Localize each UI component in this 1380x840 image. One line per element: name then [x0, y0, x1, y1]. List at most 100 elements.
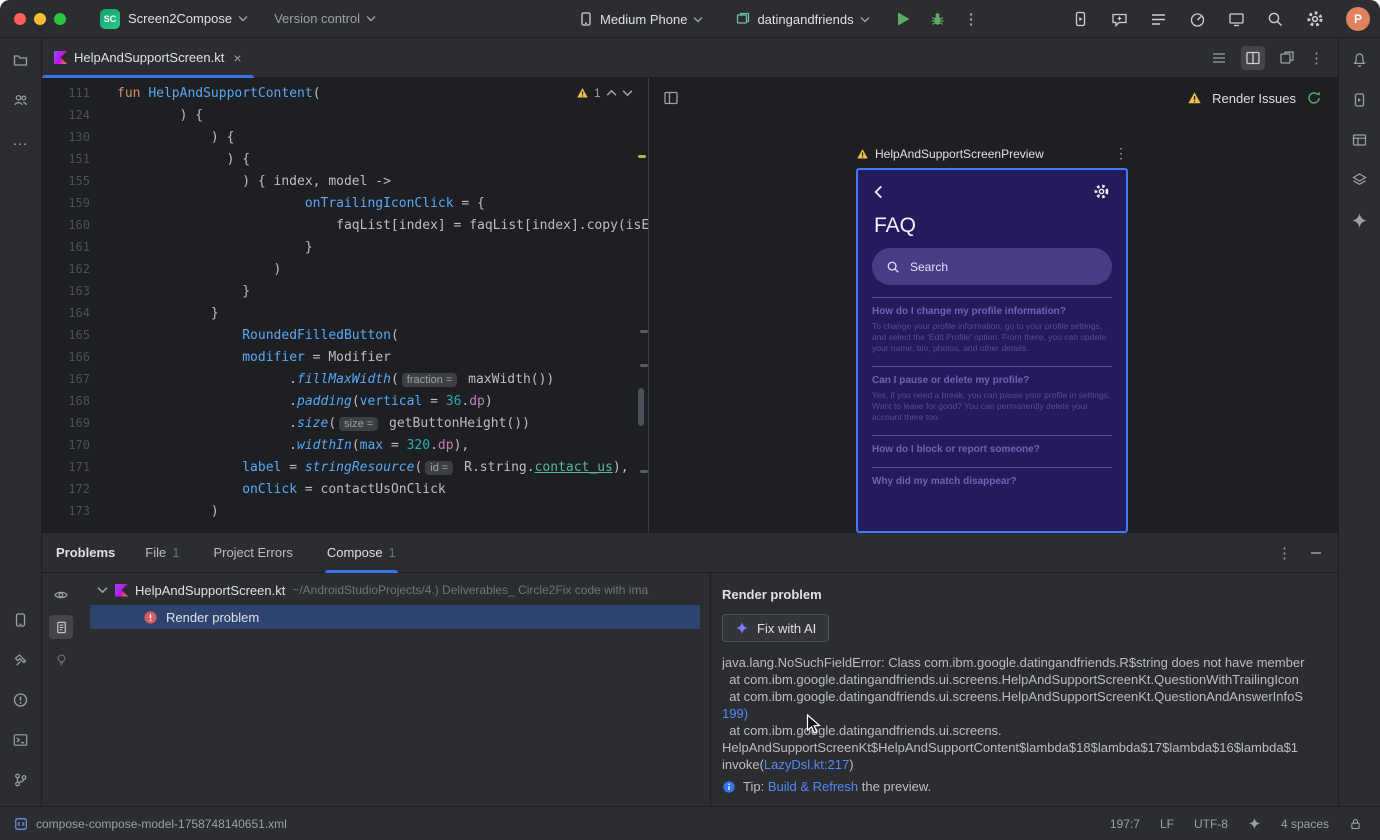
code-line[interactable]: 155 ) { index, model -> [42, 170, 648, 192]
code-line[interactable]: 166 modifier = Modifier [42, 346, 648, 368]
code-text[interactable]: ) { index, model -> [117, 174, 391, 189]
code-text[interactable]: .size(size = getButtonHeight()) [117, 416, 530, 431]
stack-link[interactable]: 199) [722, 706, 748, 721]
device-mirroring-icon[interactable] [1072, 11, 1089, 28]
phone-preview-canvas[interactable]: FAQ Search How do I change my profile in… [856, 168, 1128, 533]
line-number[interactable]: 165 [62, 324, 90, 346]
code-line[interactable]: 160 faqList[index] = faqList[index].copy… [42, 214, 648, 236]
code-line[interactable]: 124 ) { [42, 104, 648, 126]
line-number[interactable]: 173 [62, 500, 90, 522]
logcat-icon[interactable] [1150, 11, 1167, 28]
previous-problem-icon[interactable] [606, 89, 617, 97]
line-number[interactable]: 111 [62, 82, 90, 104]
render-problem-row[interactable]: Render problem [90, 605, 700, 629]
editor-more-options-icon[interactable]: ⋮ [1309, 49, 1324, 67]
line-number[interactable]: 169 [62, 412, 90, 434]
code-text[interactable]: faqList[index] = faqList[index].copy(isE [117, 218, 648, 233]
build-icon[interactable] [12, 652, 29, 668]
gemini-star-icon[interactable] [1351, 212, 1368, 229]
line-ending[interactable]: LF [1160, 817, 1174, 831]
preview-card-title[interactable]: HelpAndSupportScreenPreview [875, 147, 1044, 161]
run-configuration-selector[interactable]: datingandfriends [735, 11, 870, 27]
stripe-mark[interactable] [640, 470, 648, 473]
autoscroll-eye-icon[interactable] [49, 583, 73, 607]
code-line[interactable]: 172 onClick = contactUsOnClick [42, 478, 648, 500]
studio-bot-icon[interactable] [1111, 11, 1128, 28]
quickfix-bulb-icon[interactable] [49, 647, 73, 671]
code-line[interactable]: 171 label = stringResource(id = R.string… [42, 456, 648, 478]
code-line[interactable]: 167 .fillMaxWidth(fraction = maxWidth()) [42, 368, 648, 390]
code-text[interactable]: ) [117, 262, 282, 277]
code-editor[interactable]: 111 fun HelpAndSupportContent(124 ) {130 … [42, 78, 648, 533]
code-line[interactable]: 170 .widthIn(max = 320.dp), [42, 434, 648, 456]
running-devices-icon[interactable] [1351, 92, 1368, 108]
fix-with-ai-button[interactable]: Fix with AI [722, 614, 830, 642]
line-number[interactable]: 163 [62, 280, 90, 302]
stack-link[interactable]: LazyDsl.kt:217 [764, 757, 849, 772]
chevron-down-icon[interactable] [97, 586, 108, 594]
code-text[interactable]: } [117, 284, 250, 299]
lock-icon[interactable] [1349, 817, 1362, 831]
run-button[interactable] [896, 11, 911, 27]
debug-button[interactable] [929, 11, 946, 27]
code-line[interactable]: 163 } [42, 280, 648, 302]
warning-stripe-mark[interactable] [638, 155, 646, 158]
project-widget[interactable]: Screen2Compose [128, 11, 248, 26]
build-refresh-link[interactable]: Build & Refresh [768, 779, 858, 794]
code-line[interactable]: 168 .padding(vertical = 36.dp) [42, 390, 648, 412]
code-text[interactable]: ) { [117, 130, 235, 145]
build-refresh-icon[interactable] [1306, 90, 1322, 106]
hide-panel-icon[interactable] [1310, 547, 1322, 559]
profiler-icon[interactable] [1189, 11, 1206, 28]
user-avatar[interactable]: P [1346, 7, 1370, 31]
layout-inspector-icon[interactable] [1351, 132, 1368, 148]
inspection-widget[interactable]: 1 [576, 86, 633, 100]
line-number[interactable]: 171 [62, 456, 90, 478]
editor-tab-active[interactable]: HelpAndSupportScreen.kt × [42, 38, 254, 78]
problems-file-row[interactable]: HelpAndSupportScreen.kt ~/AndroidStudioP… [80, 577, 710, 603]
float-window-icon[interactable] [1279, 50, 1295, 66]
panel-options-icon[interactable]: ⋮ [1277, 544, 1292, 562]
line-number[interactable]: 151 [62, 148, 90, 170]
line-number[interactable]: 167 [62, 368, 90, 390]
split-editor-button[interactable] [1241, 45, 1265, 70]
close-window-button[interactable] [14, 12, 26, 25]
more-tool-windows-icon[interactable]: … [12, 132, 29, 150]
next-problem-icon[interactable] [622, 89, 633, 97]
editor-scrollbar[interactable] [638, 388, 644, 426]
code-line[interactable]: 151 ) { [42, 148, 648, 170]
ai-status-icon[interactable] [1248, 817, 1261, 830]
preview-layout-icon[interactable] [663, 90, 679, 106]
code-text[interactable]: RoundedFilledButton( [117, 328, 399, 343]
tab-project-errors[interactable]: Project Errors [211, 533, 294, 573]
tab-compose[interactable]: Compose 1 [324, 533, 398, 573]
code-line[interactable]: 162 ) [42, 258, 648, 280]
line-number[interactable]: 168 [62, 390, 90, 412]
indent-setting[interactable]: 4 spaces [1281, 817, 1329, 831]
panel-splitter[interactable] [710, 573, 711, 806]
stripe-mark[interactable] [640, 364, 648, 367]
zoom-window-button[interactable] [54, 12, 66, 25]
minimize-window-button[interactable] [34, 12, 46, 25]
code-line[interactable]: 165 RoundedFilledButton( [42, 324, 648, 346]
version-control-icon[interactable] [12, 772, 29, 788]
code-line[interactable]: 169 .size(size = getButtonHeight()) [42, 412, 648, 434]
line-number[interactable]: 164 [62, 302, 90, 324]
line-number[interactable]: 155 [62, 170, 90, 192]
problems-tool-icon[interactable] [12, 692, 29, 708]
status-message[interactable]: compose-compose-model-1758748140651.xml [36, 817, 287, 831]
resource-manager-icon[interactable] [1351, 172, 1368, 188]
line-number[interactable]: 159 [62, 192, 90, 214]
code-line[interactable]: 164 } [42, 302, 648, 324]
code-text[interactable]: modifier = Modifier [117, 350, 391, 365]
line-number[interactable]: 172 [62, 478, 90, 500]
code-text[interactable]: .padding(vertical = 36.dp) [117, 394, 493, 409]
search-everywhere-icon[interactable] [1267, 11, 1284, 28]
code-line[interactable]: 161 } [42, 236, 648, 258]
code-text[interactable]: onTrailingIconClick = { [117, 196, 485, 211]
line-number[interactable]: 130 [62, 126, 90, 148]
line-number[interactable]: 124 [62, 104, 90, 126]
code-text[interactable]: ) { [117, 152, 251, 167]
more-run-actions-icon[interactable]: ⋮ [964, 10, 979, 28]
code-text[interactable]: } [117, 306, 219, 321]
